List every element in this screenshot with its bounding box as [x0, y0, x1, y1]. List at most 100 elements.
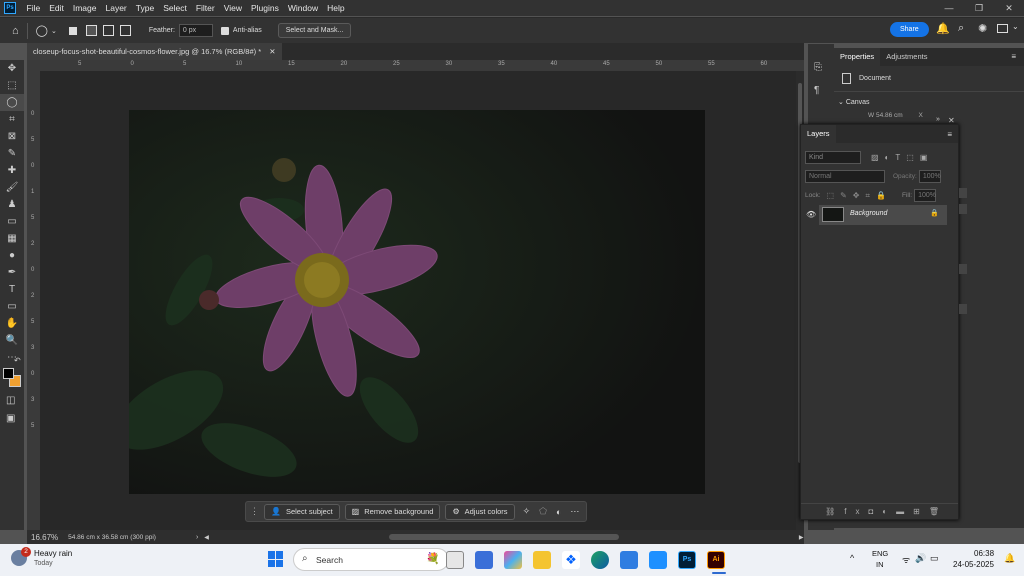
volume-icon[interactable]: 🔊 [915, 553, 926, 564]
menu-type[interactable]: Type [131, 3, 158, 13]
file-explorer-icon[interactable] [533, 551, 551, 569]
share-button[interactable]: Share [890, 22, 929, 37]
illustrator-taskbar-icon[interactable]: Ai [707, 551, 725, 569]
intersect-selection-icon[interactable] [119, 25, 131, 36]
dodge-tool-icon[interactable]: ● [0, 247, 24, 264]
copilot-icon[interactable] [504, 551, 522, 569]
layer-name[interactable]: Background [850, 210, 887, 217]
menu-help[interactable]: Help [323, 3, 349, 13]
document-tab[interactable]: closeup-focus-shot-beautiful-cosmos-flow… [27, 43, 282, 60]
photoshop-taskbar-icon[interactable]: Ps [678, 551, 696, 569]
menu-view[interactable]: View [219, 3, 246, 13]
select-and-mask-button[interactable]: Select and Mask... [277, 23, 352, 38]
adjust-colors-button[interactable]: ⚙ Adjust colors [445, 503, 515, 520]
bell-icon[interactable]: 🔔 [936, 22, 950, 35]
store-icon[interactable] [475, 551, 493, 569]
menu-edit[interactable]: Edit [45, 3, 69, 13]
select-subject-button[interactable]: 👤 Select subject [264, 503, 340, 520]
pen-tool-icon[interactable]: ✒ [0, 264, 24, 281]
windows-start-icon[interactable] [268, 551, 284, 567]
scroll-left-icon[interactable]: ◀ [204, 534, 209, 541]
notification-icon[interactable]: 🔔 [1004, 553, 1015, 564]
type-tool-icon[interactable]: T [0, 281, 24, 298]
healing-brush-icon[interactable]: ✚ [0, 162, 24, 179]
weather-title[interactable]: Heavy rain [34, 549, 72, 558]
workspace-icon[interactable] [997, 24, 1008, 33]
foreground-color-swatch[interactable] [3, 368, 14, 379]
brush-tool-icon[interactable]: 🖌 [0, 179, 24, 196]
tab-adjustments[interactable]: Adjustments [880, 48, 933, 66]
edge-icon[interactable] [591, 551, 609, 569]
wifi-icon[interactable]: ᯤ [902, 553, 910, 566]
minimize-icon[interactable]: — [934, 0, 964, 16]
task-view-icon[interactable] [446, 551, 464, 569]
menu-layer[interactable]: Layer [101, 3, 131, 13]
tab-properties[interactable]: Properties [834, 48, 881, 66]
add-selection-icon[interactable] [85, 25, 97, 36]
zoom-level[interactable]: 16.67% [31, 533, 58, 542]
close-tab-icon[interactable]: ✕ [269, 47, 275, 56]
filter-icons[interactable]: ▨◐T⬚▣ [871, 153, 933, 162]
zoom-tool-icon[interactable]: 🔍 [0, 332, 24, 349]
shape-tool-icon[interactable]: ▭ [0, 298, 24, 315]
quick-mask-icon[interactable]: ◫ [6, 395, 15, 406]
fill-input[interactable]: 100% [914, 189, 937, 202]
menu-window[interactable]: Window [283, 3, 322, 13]
blend-mode-select[interactable]: Normal [805, 170, 885, 183]
transform-icon[interactable]: ⬠ [539, 506, 547, 517]
anti-alias-checkbox[interactable] [220, 26, 229, 35]
crop-tool-icon[interactable]: ⌗ [0, 111, 24, 128]
panel-menu-icon[interactable]: ≡ [1011, 48, 1016, 66]
swap-colors-icon[interactable]: ↶ [14, 356, 21, 365]
notepad-icon[interactable] [620, 551, 638, 569]
menu-select[interactable]: Select [159, 3, 192, 13]
search-icon[interactable]: ⌕ [958, 22, 964, 35]
dropbox-icon[interactable]: ❖ [562, 551, 580, 569]
screen-mode-icon[interactable]: ▣ [6, 413, 15, 424]
status-chevron-icon[interactable]: › [196, 534, 198, 541]
contrast-icon[interactable]: ◐ [556, 507, 561, 517]
document-image[interactable] [129, 110, 705, 494]
lasso-tool-icon[interactable]: ◯ [0, 94, 24, 111]
remove-background-button[interactable]: ▨ Remove background [344, 503, 441, 520]
drag-handle-icon[interactable]: ⋮ [250, 506, 259, 517]
tab-layers[interactable]: Layers [801, 125, 836, 143]
kind-filter-select[interactable]: Kind [805, 151, 861, 164]
lightbulb-icon[interactable]: ✺ [978, 22, 987, 35]
gradient-tool-icon[interactable]: ▦ [0, 230, 24, 247]
language-top[interactable]: ENG [872, 549, 888, 558]
move-tool-icon[interactable]: ✥ [0, 60, 24, 77]
more-options-icon[interactable]: ⋯ [570, 506, 579, 517]
subtract-selection-icon[interactable] [102, 25, 114, 36]
chevron-up-icon[interactable]: ^ [850, 553, 854, 563]
stamp-tool-icon[interactable]: ♟ [0, 196, 24, 213]
paragraph-icon[interactable]: ¶ [814, 85, 834, 96]
close-icon[interactable]: ✕ [994, 0, 1024, 16]
feather-input[interactable]: 0 px [178, 24, 213, 37]
layer-row-background[interactable]: Background 🔒 [819, 205, 947, 225]
hand-tool-icon[interactable]: ✋ [0, 315, 24, 332]
snipping-tool-icon[interactable] [649, 551, 667, 569]
layer-lock-icon[interactable]: 🔒 [930, 209, 939, 217]
eyedropper-tool-icon[interactable]: ✎ [0, 145, 24, 162]
taskbar-search[interactable]: ⌕ Search 💐 [293, 548, 449, 571]
magic-wand-icon[interactable]: ✧ [523, 506, 531, 517]
frame-tool-icon[interactable]: ⊠ [0, 128, 24, 145]
horizontal-scrollbar[interactable] [388, 534, 619, 540]
visibility-eye-icon[interactable]: 👁 [806, 210, 816, 219]
menu-file[interactable]: File [22, 3, 45, 13]
lasso-tool-icon[interactable]: ◯ [36, 24, 48, 37]
layers-menu-icon[interactable]: ≡ [947, 130, 952, 139]
menu-filter[interactable]: Filter [191, 3, 219, 13]
history-icon[interactable]: ⎘ [814, 62, 834, 73]
battery-icon[interactable]: ▭ [930, 553, 939, 564]
home-icon[interactable]: ⌂ [12, 25, 19, 37]
restore-icon[interactable]: ❐ [964, 0, 994, 16]
chevron-down-icon[interactable]: ⌄ [51, 27, 57, 35]
menu-image[interactable]: Image [68, 3, 101, 13]
lock-icons[interactable]: ⬚✎✥⌗🔒 [827, 191, 892, 201]
eraser-tool-icon[interactable]: ▭ [0, 213, 24, 230]
menu-plugins[interactable]: Plugins [246, 3, 283, 13]
marquee-tool-icon[interactable]: ⬚ [0, 77, 24, 94]
opacity-input[interactable]: 100% [918, 170, 941, 183]
